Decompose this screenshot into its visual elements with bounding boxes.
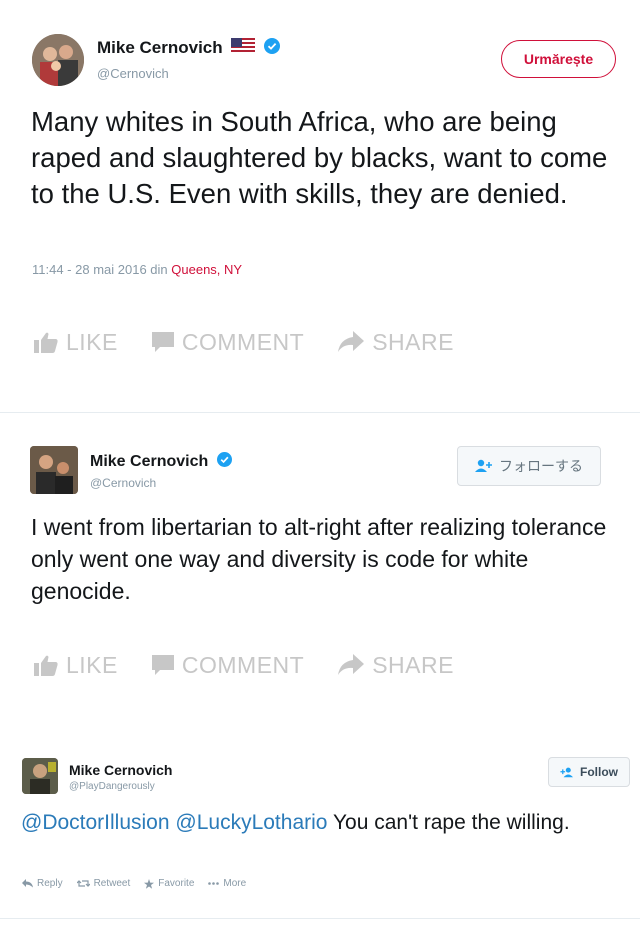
divider	[0, 412, 640, 413]
tweet-action-bar: Reply Retweet Favorite More	[22, 878, 260, 889]
reply-icon	[22, 879, 33, 888]
like-label: LIKE	[66, 328, 118, 355]
timestamp[interactable]: 11:44 - 28 mai 2016 din	[32, 262, 168, 277]
author-handle[interactable]: @PlayDangerously	[69, 781, 155, 792]
share-arrow-icon	[338, 331, 365, 352]
share-button[interactable]: SHARE	[338, 329, 454, 356]
verified-badge-icon	[216, 452, 232, 472]
mention-link[interactable]: @LuckyLothario	[175, 811, 327, 834]
star-icon	[144, 878, 155, 889]
favorite-button[interactable]: Favorite	[144, 878, 194, 889]
tweet-text: I went from libertarian to alt-right aft…	[31, 514, 607, 604]
tweet-text: @DoctorIllusion @LuckyLothario You can't…	[21, 808, 621, 837]
share-arrow-icon	[338, 654, 365, 675]
follow-button[interactable]: Urmărește	[501, 40, 616, 78]
comment-label: COMMENT	[181, 328, 305, 355]
comment-button[interactable]: COMMENT	[151, 328, 305, 356]
follow-label: フォローする	[499, 458, 583, 474]
retweet-icon	[76, 880, 90, 887]
more-label: More	[223, 878, 247, 889]
comment-icon	[151, 332, 174, 352]
divider	[0, 918, 640, 919]
author-name[interactable]: Mike Cernovich	[90, 453, 208, 470]
avatar[interactable]	[32, 34, 84, 86]
follow-label: Follow	[580, 765, 618, 779]
author-name[interactable]: Mike Cernovich	[69, 762, 172, 778]
author-handle[interactable]: @Cernovich	[97, 66, 169, 81]
mention-link[interactable]: @DoctorIllusion	[21, 811, 170, 834]
action-bar: LIKE COMMENT SHARE	[34, 327, 488, 357]
tweet-meta: 11:44 - 28 mai 2016 din Queens, NY	[32, 262, 242, 277]
retweet-label: Retweet	[93, 878, 131, 889]
avatar[interactable]	[22, 758, 58, 794]
action-bar: LIKE COMMENT SHARE	[34, 650, 488, 680]
follow-button[interactable]: Follow	[548, 757, 630, 787]
like-button[interactable]: LIKE	[34, 329, 118, 356]
comment-label: COMMENT	[181, 651, 305, 678]
location-link[interactable]: Queens, NY	[171, 262, 242, 277]
avatar[interactable]	[30, 446, 78, 494]
us-flag-icon	[231, 38, 256, 59]
author-handle[interactable]: @Cernovich	[90, 476, 156, 490]
verified-badge-icon	[264, 38, 281, 59]
more-button[interactable]: More	[208, 878, 246, 889]
author-name[interactable]: Mike Cernovich	[97, 38, 223, 57]
favorite-label: Favorite	[158, 878, 195, 889]
thumbs-up-icon	[34, 332, 58, 353]
tweet-text: Many whites in South Africa, who are bei…	[31, 106, 608, 209]
thumbs-up-icon	[34, 655, 58, 676]
reply-label: Reply	[37, 878, 63, 889]
like-label: LIKE	[66, 651, 118, 678]
follow-button[interactable]: フォローする	[457, 446, 601, 486]
retweet-button[interactable]: Retweet	[76, 878, 131, 889]
add-user-icon	[475, 459, 492, 472]
share-label: SHARE	[372, 328, 454, 355]
share-button[interactable]: SHARE	[338, 652, 454, 679]
tweet-text-body: You can't rape the willing.	[332, 811, 570, 834]
share-label: SHARE	[372, 651, 454, 678]
like-button[interactable]: LIKE	[34, 652, 118, 679]
reply-button[interactable]: Reply	[22, 878, 63, 889]
add-user-icon	[560, 767, 573, 777]
comment-icon	[151, 655, 174, 675]
more-dots-icon	[208, 882, 220, 885]
comment-button[interactable]: COMMENT	[151, 651, 305, 679]
